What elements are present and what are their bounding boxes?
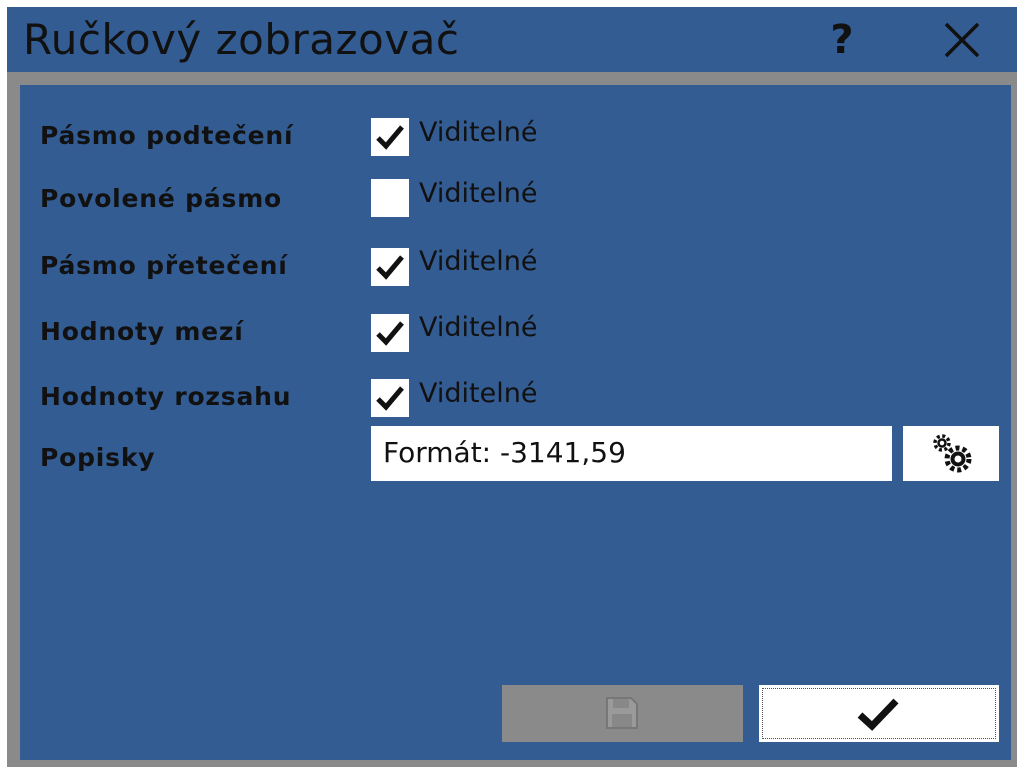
settings-panel: Pásmo podtečení Viditelné Povolené pásmo… — [20, 85, 1011, 760]
visible-checkbox[interactable] — [371, 118, 409, 156]
checkbox-label: Viditelné — [419, 178, 538, 209]
label-format-field[interactable]: Formát: -3141,59 — [371, 426, 892, 481]
close-icon — [944, 22, 980, 57]
checkmark-icon — [376, 386, 404, 411]
checkmark-icon — [857, 698, 899, 731]
visible-checkbox[interactable] — [371, 248, 409, 286]
window-title: Ručkový zobrazovač — [23, 15, 460, 64]
option-label: Pásmo přetečení — [40, 251, 288, 280]
checkbox-label: Viditelné — [419, 117, 538, 148]
visible-checkbox[interactable] — [371, 179, 409, 217]
checkmark-icon — [376, 125, 404, 150]
option-label: Hodnoty rozsahu — [40, 382, 292, 411]
option-label: Pásmo podtečení — [40, 121, 294, 150]
visible-checkbox[interactable] — [371, 314, 409, 352]
checkbox-label: Viditelné — [419, 378, 538, 409]
visible-checkbox[interactable] — [371, 379, 409, 417]
label-format-value: Formát: -3141,59 — [383, 436, 626, 469]
save-icon — [606, 697, 638, 729]
close-button[interactable] — [932, 7, 992, 72]
labels-label: Popisky — [40, 443, 156, 472]
ok-button[interactable] — [759, 685, 999, 742]
option-label: Povolené pásmo — [40, 184, 283, 213]
help-button[interactable]: ? — [812, 7, 872, 72]
title-bar: Ručkový zobrazovač ? — [7, 7, 1017, 72]
checkbox-label: Viditelné — [419, 312, 538, 343]
dialog-window: Ručkový zobrazovač ? Pásmo podtečení Vid… — [7, 7, 1017, 767]
checkbox-label: Viditelné — [419, 246, 538, 277]
save-button[interactable] — [502, 685, 743, 742]
option-label: Hodnoty mezí — [40, 317, 244, 346]
label-format-settings-button[interactable] — [903, 426, 999, 481]
checkmark-icon — [376, 321, 404, 346]
gears-icon — [933, 434, 972, 473]
checkmark-icon — [376, 255, 404, 280]
help-icon: ? — [830, 16, 854, 63]
